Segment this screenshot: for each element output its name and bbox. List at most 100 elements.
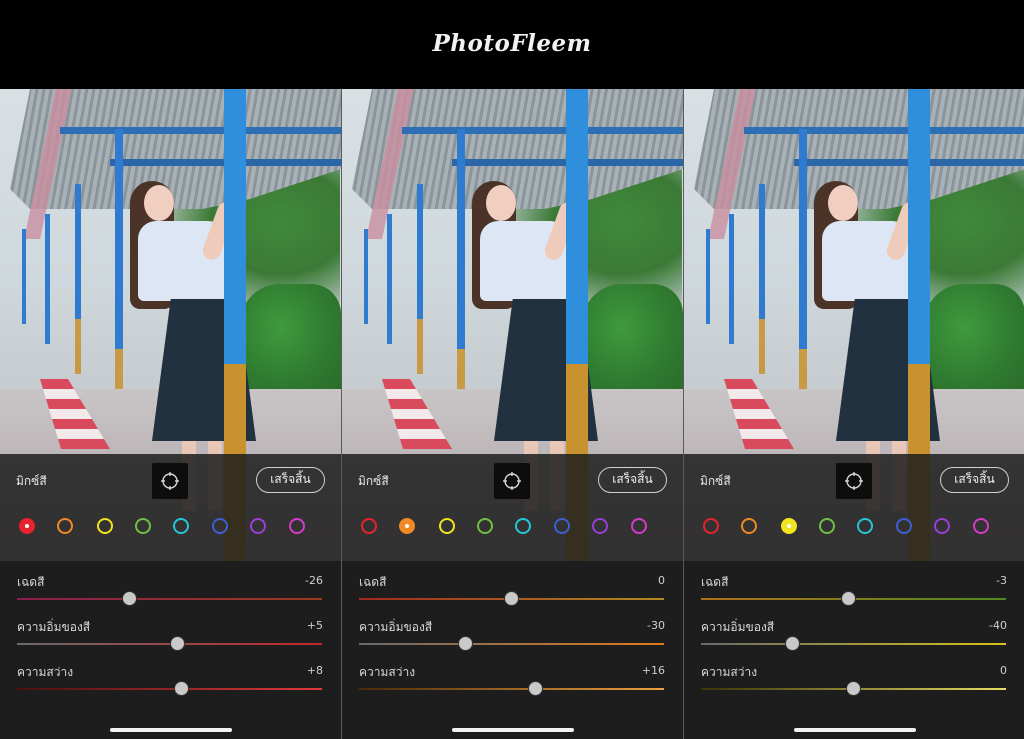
hue-label: เฉดสี xyxy=(701,575,729,589)
hedge xyxy=(924,284,1024,394)
target-adjust-button[interactable] xyxy=(494,463,530,499)
luminance-value: +8 xyxy=(306,664,323,677)
color-swatch-yellow[interactable] xyxy=(97,518,113,534)
saturation-slider-track[interactable] xyxy=(359,643,664,645)
color-mix-title: มิกซ์สี xyxy=(358,474,389,488)
hue-slider-knob[interactable] xyxy=(504,591,519,606)
color-swatch-blue[interactable] xyxy=(554,518,570,534)
saturation-slider-track[interactable] xyxy=(701,643,1006,645)
luminance-label: ความสว่าง xyxy=(701,665,758,679)
color-swatch-red[interactable] xyxy=(361,518,377,534)
color-swatch-green[interactable] xyxy=(819,518,835,534)
roof-beam xyxy=(60,127,341,134)
done-button[interactable]: เสร็จสิ้น xyxy=(598,467,667,493)
hue-value: 0 xyxy=(658,574,665,587)
color-swatch-aqua[interactable] xyxy=(857,518,873,534)
color-swatch-aqua[interactable] xyxy=(173,518,189,534)
luminance-slider-knob[interactable] xyxy=(174,681,190,696)
color-swatch-purple[interactable] xyxy=(934,518,950,534)
luminance-slider-track[interactable] xyxy=(17,688,322,690)
saturation-value: -30 xyxy=(647,619,665,632)
app-header: PhotoFleem xyxy=(0,0,1024,89)
color-swatch-orange[interactable] xyxy=(57,518,73,534)
done-button[interactable]: เสร็จสิ้น xyxy=(256,467,325,493)
shelter-post xyxy=(45,214,50,344)
adjustment-sliders: เฉดสี 0 ความอิ่มของสี -30 ความสว่าง +16 xyxy=(342,563,683,739)
photofleem-logo: PhotoFleem xyxy=(432,30,592,57)
shelter-post-base xyxy=(75,319,81,374)
luminance-slider-track[interactable] xyxy=(359,688,664,690)
hue-label: เฉดสี xyxy=(17,575,45,589)
saturation-value: -40 xyxy=(989,619,1007,632)
subject-face xyxy=(828,185,858,221)
editor-panel-2: มิกซ์สี เสร็จสิ้น เฉดสี 0 ความอิ่มของสี -30… xyxy=(342,89,683,739)
target-adjust-button[interactable] xyxy=(152,463,188,499)
shelter-post xyxy=(364,229,368,324)
color-mix-title: มิกซ์สี xyxy=(16,474,47,488)
color-swatch-red[interactable] xyxy=(703,518,719,534)
roof-beam xyxy=(744,127,1024,134)
luminance-slider-knob[interactable] xyxy=(528,681,544,696)
saturation-slider-knob[interactable] xyxy=(169,636,185,651)
color-mix-title: มิกซ์สี xyxy=(700,474,731,488)
hue-value: -3 xyxy=(996,574,1007,587)
color-swatch-magenta[interactable] xyxy=(631,518,647,534)
saturation-label: ความอิ่มของสี xyxy=(701,620,775,634)
color-swatch-magenta[interactable] xyxy=(289,518,305,534)
color-swatch-orange[interactable] xyxy=(741,518,757,534)
color-swatch-red[interactable] xyxy=(19,518,35,534)
color-swatch-aqua[interactable] xyxy=(515,518,531,534)
saturation-label: ความอิ่มของสี xyxy=(17,620,91,634)
color-mix-toolbar: มิกซ์สี เสร็จสิ้น xyxy=(684,454,1024,563)
shelter-post-base xyxy=(417,319,423,374)
luminance-value: +16 xyxy=(641,664,665,677)
home-indicator xyxy=(794,728,916,732)
home-indicator xyxy=(452,728,574,732)
color-mix-toolbar: มิกซ์สี เสร็จสิ้น xyxy=(342,454,683,563)
adjustment-sliders: เฉดสี -26 ความอิ่มของสี +5 ความสว่าง +8 xyxy=(0,563,341,739)
subject-face xyxy=(144,185,174,221)
saturation-slider-knob[interactable] xyxy=(458,636,474,651)
color-swatch-green[interactable] xyxy=(135,518,151,534)
color-swatch-orange[interactable] xyxy=(399,518,415,534)
hue-slider-track[interactable] xyxy=(17,598,322,600)
color-mix-toolbar: มิกซ์สี เสร็จสิ้น xyxy=(0,454,341,563)
shelter-post xyxy=(387,214,392,344)
luminance-slider-knob[interactable] xyxy=(846,681,861,696)
hue-label: เฉดสี xyxy=(359,575,387,589)
luminance-label: ความสว่าง xyxy=(17,665,74,679)
hedge xyxy=(240,284,341,394)
color-swatch-yellow[interactable] xyxy=(439,518,455,534)
luminance-value: 0 xyxy=(1000,664,1007,677)
color-swatch-purple[interactable] xyxy=(592,518,608,534)
hue-slider-knob[interactable] xyxy=(122,591,138,606)
luminance-label: ความสว่าง xyxy=(359,665,416,679)
roof-beam xyxy=(402,127,683,134)
shelter-post-base xyxy=(759,319,765,374)
target-adjust-button[interactable] xyxy=(836,463,872,499)
editor-panel-1: มิกซ์สี เสร็จสิ้น เฉดสี -26 ความอิ่มของสี +… xyxy=(0,89,341,739)
hue-slider-knob[interactable] xyxy=(841,591,857,606)
hedge xyxy=(582,284,683,394)
subject-face xyxy=(486,185,516,221)
done-button[interactable]: เสร็จสิ้น xyxy=(940,467,1009,493)
saturation-label: ความอิ่มของสี xyxy=(359,620,433,634)
shelter-post xyxy=(729,214,734,344)
color-swatch-purple[interactable] xyxy=(250,518,266,534)
color-swatch-blue[interactable] xyxy=(896,518,912,534)
saturation-slider-knob[interactable] xyxy=(785,636,800,651)
panel-divider xyxy=(341,89,342,739)
home-indicator xyxy=(110,728,232,732)
panel-divider xyxy=(683,89,684,739)
hue-value: -26 xyxy=(305,574,323,587)
crosshair-icon xyxy=(503,472,521,490)
shelter-post xyxy=(22,229,26,324)
crosshair-icon xyxy=(161,472,179,490)
color-swatch-yellow[interactable] xyxy=(781,518,797,534)
color-swatch-magenta[interactable] xyxy=(973,518,989,534)
adjustment-sliders: เฉดสี -3 ความอิ่มของสี -40 ความสว่าง 0 xyxy=(684,563,1024,739)
color-swatch-green[interactable] xyxy=(477,518,493,534)
color-swatch-blue[interactable] xyxy=(212,518,228,534)
saturation-value: +5 xyxy=(306,619,323,632)
editor-panel-3: มิกซ์สี เสร็จสิ้น เฉดสี -3 ความอิ่มของสี -4… xyxy=(684,89,1024,739)
